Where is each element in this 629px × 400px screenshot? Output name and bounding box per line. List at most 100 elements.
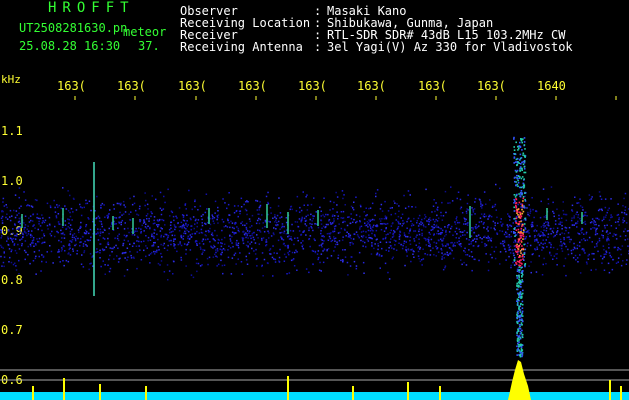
noise-dot: [298, 230, 301, 232]
noise-dot: [300, 219, 303, 221]
noise-dot: [229, 234, 231, 237]
noise-dot: [390, 229, 392, 232]
noise-dot: [305, 196, 307, 198]
meteor-echo-dot: [523, 137, 526, 139]
noise-dot: [451, 200, 454, 202]
noise-dot: [18, 196, 20, 199]
noise-dot: [350, 205, 353, 208]
noise-dot: [367, 226, 369, 228]
noise-dot: [67, 253, 69, 255]
meteor-echo-dot: [518, 221, 521, 223]
noise-dot: [268, 249, 271, 252]
noise-dot: [298, 211, 301, 213]
noise-dot: [47, 228, 49, 230]
x-tick-label: 163(: [477, 79, 506, 93]
noise-dot: [264, 221, 267, 223]
noise-dot: [31, 235, 33, 237]
noise-dot: [436, 220, 439, 222]
noise-dot: [607, 233, 609, 235]
noise-dot: [251, 214, 254, 217]
noise-dot: [231, 235, 233, 238]
noise-dot: [100, 204, 102, 207]
noise-dot: [452, 245, 454, 247]
meteor-echo-dot: [513, 157, 516, 159]
meteor-echo-dot: [513, 210, 516, 212]
noise-dot: [101, 202, 104, 205]
noise-dot: [352, 208, 355, 211]
noise-dot: [433, 223, 435, 226]
noise-dot: [15, 228, 18, 231]
noise-dot: [574, 254, 577, 257]
noise-dot: [63, 233, 66, 236]
noise-dot: [555, 257, 558, 260]
noise-dot: [503, 239, 506, 242]
meteor-echo-dot: [519, 141, 521, 144]
noise-dot: [454, 223, 457, 225]
meteor-echo-dot: [521, 138, 523, 140]
meteor-echo-dot: [523, 171, 525, 174]
meteor-echo-dot: [520, 267, 522, 269]
noise-dot: [308, 227, 310, 229]
noise-dot: [283, 232, 285, 234]
noise-dot: [62, 260, 64, 262]
noise-dot: [10, 233, 12, 235]
noise-dot: [421, 229, 423, 231]
noise-dot: [362, 230, 365, 233]
noise-dot: [591, 253, 593, 255]
noise-dot: [373, 247, 375, 250]
noise-dot: [536, 246, 538, 248]
noise-dot: [464, 220, 466, 222]
noise-dot: [512, 261, 514, 264]
noise-dot: [454, 221, 456, 223]
noise-dot: [429, 243, 431, 246]
noise-dot: [31, 240, 34, 242]
noise-dot: [561, 245, 563, 247]
noise-dot: [543, 257, 545, 260]
noise-dot: [108, 213, 110, 215]
meteor-echo-dot: [516, 284, 518, 287]
noise-dot: [19, 239, 21, 241]
noise-dot: [619, 248, 622, 251]
noise-dot: [579, 272, 582, 274]
noise-dot: [1, 265, 3, 267]
noise-dot: [609, 232, 611, 234]
noise-dot: [145, 199, 147, 202]
noise-dot: [126, 269, 129, 271]
noise-dot: [214, 200, 217, 203]
noise-dot: [183, 227, 186, 229]
noise-dot: [581, 206, 584, 209]
noise-dot: [568, 226, 571, 229]
noise-dot: [531, 197, 533, 199]
noise-dot: [220, 242, 222, 244]
noise-dot: [556, 208, 558, 210]
noise-dot: [595, 243, 598, 245]
noise-dot: [152, 245, 155, 247]
noise-dot: [544, 225, 546, 227]
antenna-label: Receiving Antenna: [180, 40, 303, 54]
noise-dot: [358, 236, 360, 239]
noise-dot: [153, 216, 156, 218]
noise-dot: [483, 191, 486, 193]
meteor-echo-dot: [522, 163, 525, 166]
noise-dot: [375, 192, 377, 195]
meteor-echo-dot: [513, 259, 516, 261]
noise-dot: [602, 237, 604, 239]
noise-dot: [65, 208, 67, 210]
noise-dot: [380, 203, 383, 206]
noise-dot: [342, 221, 344, 224]
meteor-echo-dot: [524, 248, 527, 251]
noise-dot: [552, 231, 555, 234]
noise-dot: [250, 237, 252, 240]
noise-dot: [389, 245, 392, 247]
noise-dot: [208, 256, 211, 259]
noise-dot: [518, 225, 520, 227]
noise-dot: [221, 242, 223, 245]
noise-dot: [15, 269, 18, 271]
noise-dot: [524, 238, 526, 240]
noise-dot: [269, 207, 272, 209]
meteor-echo-dot: [517, 228, 520, 231]
noise-dot: [617, 246, 619, 249]
noise-dot: [432, 218, 435, 221]
noise-dot: [196, 244, 198, 246]
noise-dot: [569, 241, 571, 243]
